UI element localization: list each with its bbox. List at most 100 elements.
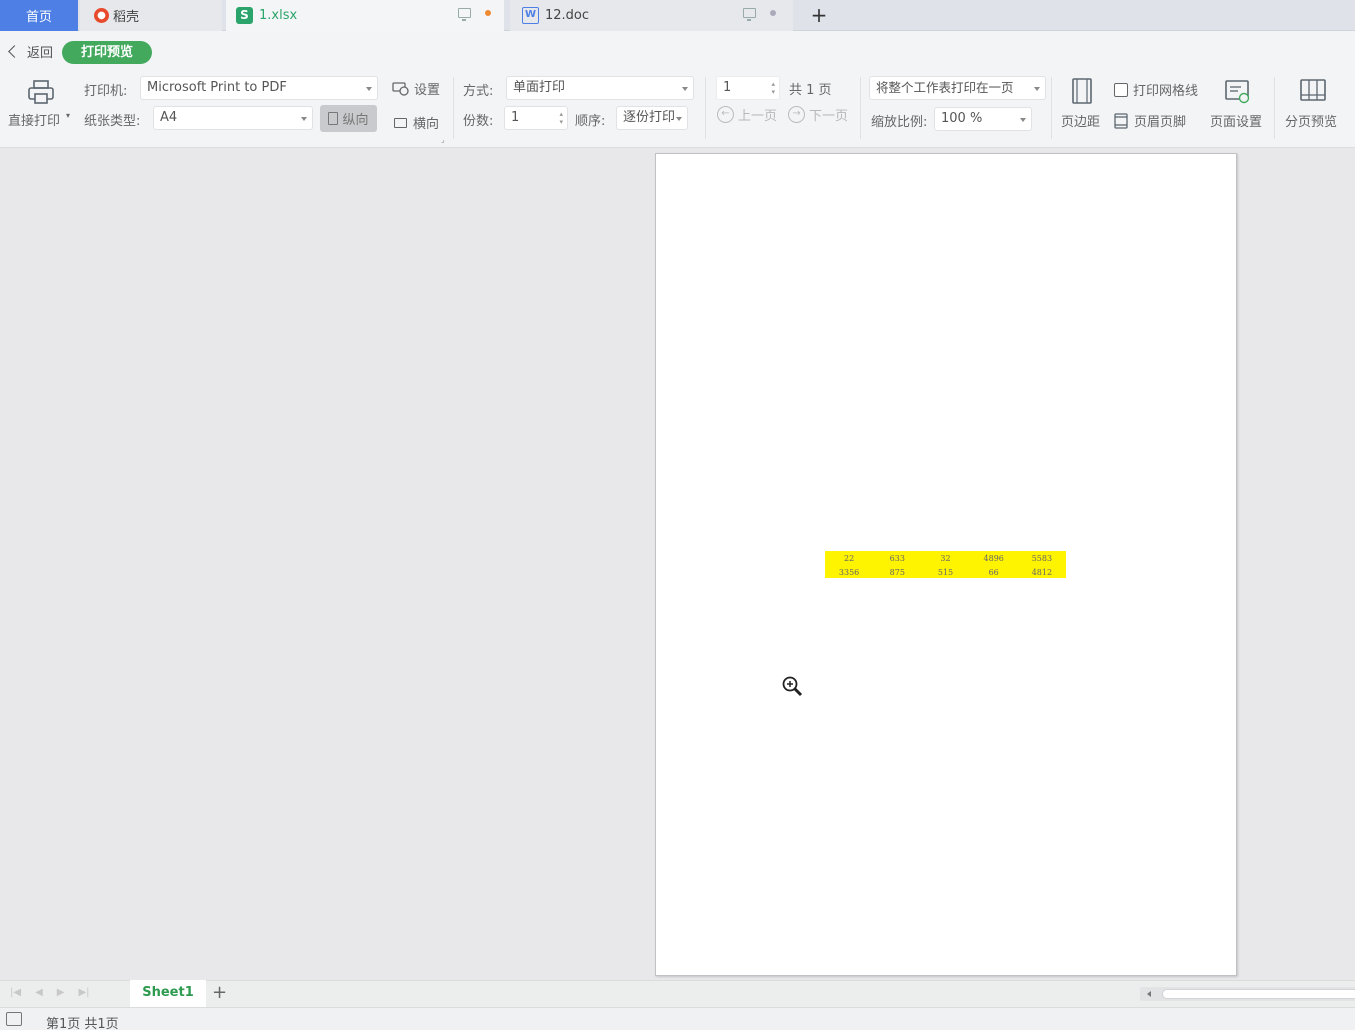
landscape-label: 横向 xyxy=(413,117,440,132)
expand-corner-icon[interactable]: ⌟ xyxy=(441,135,445,144)
scale-value: 100 % xyxy=(941,111,983,126)
printer-select[interactable]: Microsoft Print to PDF xyxy=(140,76,378,100)
page-setup-label: 页面设置 xyxy=(1210,115,1263,130)
dropdown-arrow-icon xyxy=(1020,118,1026,122)
dropdown-arrow-icon xyxy=(366,87,372,91)
printer-settings-button[interactable]: 设置 xyxy=(392,79,440,98)
paper-select[interactable]: A4 xyxy=(153,106,313,130)
scale-select[interactable]: 100 % xyxy=(934,107,1032,131)
sheet-tab-sheet1[interactable]: Sheet1 xyxy=(130,980,206,1007)
scroll-thumb[interactable] xyxy=(1162,989,1355,999)
header-footer-label: 页眉页脚 xyxy=(1134,115,1187,130)
prev-page-label: 上一页 xyxy=(738,109,778,124)
print-method-select[interactable]: 单面打印 xyxy=(506,76,694,100)
tab-doc[interactable]: W 12.doc xyxy=(510,0,793,31)
next-page-button[interactable]: → 下一页 xyxy=(788,105,848,124)
next-page-label: 下一页 xyxy=(809,109,849,124)
tab-xlsx-label: 1.xlsx xyxy=(259,8,298,23)
last-sheet-icon[interactable]: ▶| xyxy=(78,987,89,998)
print-toolbar: 直接打印 ▾ 打印机: Microsoft Print to PDF 纸张类型:… xyxy=(0,71,1355,148)
preview-data-table: 22 633 32 4896 5583 3356 875 515 66 4812 xyxy=(825,551,1066,578)
order-select[interactable]: 逐份打印 xyxy=(616,106,688,130)
daoke-logo-icon: ● xyxy=(94,8,109,23)
status-bar: 第1页 共1页 xyxy=(0,1007,1355,1030)
divider xyxy=(705,77,706,139)
table-cell: 4896 xyxy=(983,554,1004,563)
prev-page-button[interactable]: ← 上一页 xyxy=(717,105,777,124)
preview-header: 返回 打印预览 xyxy=(0,31,1355,71)
printer-icon xyxy=(28,80,54,104)
divider xyxy=(860,77,861,139)
divider xyxy=(1274,77,1275,139)
scale-label: 缩放比例: xyxy=(871,115,928,130)
next-sheet-icon[interactable]: ▶ xyxy=(57,987,65,998)
dropdown-arrow-icon xyxy=(676,117,682,121)
tab-daoke-label: 稻壳 xyxy=(113,10,140,25)
fit-to-page-select[interactable]: 将整个工作表打印在一页 xyxy=(869,76,1046,100)
monitor-icon[interactable] xyxy=(743,8,756,21)
horizontal-scrollbar[interactable] xyxy=(1140,987,1355,1001)
tab-xlsx-controls xyxy=(458,8,491,21)
settings-label: 设置 xyxy=(414,83,441,98)
back-button[interactable]: 返回 xyxy=(8,42,54,61)
header-footer-icon xyxy=(1114,112,1128,129)
printer-value: Microsoft Print to PDF xyxy=(147,80,287,95)
divider xyxy=(1051,77,1052,139)
printer-label: 打印机: xyxy=(84,84,128,99)
table-cell: 3356 xyxy=(838,568,860,577)
margins-icon xyxy=(1072,78,1092,104)
monitor-icon[interactable] xyxy=(458,8,471,21)
page-break-icon xyxy=(1300,79,1326,101)
landscape-button[interactable]: 横向 xyxy=(394,113,439,132)
new-tab-button[interactable]: + xyxy=(808,3,830,27)
prev-sheet-icon[interactable]: ◀ xyxy=(35,987,43,998)
page-number-input[interactable]: 1 ▴ ▾ xyxy=(716,76,780,100)
page-input-value: 1 xyxy=(723,80,732,95)
table-cell: 633 xyxy=(889,554,905,563)
gridlines-checkbox[interactable]: 打印网格线 xyxy=(1114,80,1198,99)
header-footer-button[interactable]: 页眉页脚 xyxy=(1114,111,1186,130)
dropdown-arrow-icon[interactable]: ▾ xyxy=(66,111,70,120)
settings-gear-icon xyxy=(392,81,409,96)
zoom-in-cursor-icon xyxy=(782,676,803,697)
tab-bar: 首页 ● 稻壳 S 1.xlsx W 12.doc + xyxy=(0,0,1355,31)
unsaved-dot-icon[interactable] xyxy=(485,10,491,16)
order-value: 逐份打印 xyxy=(623,110,676,125)
tab-home[interactable]: 首页 xyxy=(0,0,78,31)
arrow-right-circle-icon: → xyxy=(788,106,805,123)
spinner-icon[interactable]: ▴ ▾ xyxy=(559,110,563,126)
spreadsheet-icon: S xyxy=(236,7,253,24)
portrait-button[interactable]: 纵向 xyxy=(320,105,377,132)
portrait-label: 纵向 xyxy=(342,113,369,128)
copies-label: 份数: xyxy=(463,114,494,129)
table-cell: 875 xyxy=(889,568,905,577)
writer-icon: W xyxy=(522,7,539,24)
back-label: 返回 xyxy=(27,46,54,61)
tab-xlsx[interactable]: S 1.xlsx xyxy=(226,0,504,31)
divider xyxy=(453,77,454,139)
margins-label: 页边距 xyxy=(1061,115,1101,130)
paper-value: A4 xyxy=(160,110,178,125)
dropdown-arrow-icon xyxy=(1034,87,1040,91)
direct-print-label: 直接打印 xyxy=(8,114,61,129)
table-cell: 66 xyxy=(988,568,999,577)
checkbox-icon xyxy=(1114,82,1128,97)
tab-daoke[interactable]: ● 稻壳 xyxy=(80,0,222,31)
method-label: 方式: xyxy=(463,84,494,99)
portrait-page-icon xyxy=(328,112,339,125)
landscape-page-icon xyxy=(394,117,407,128)
sheet-nav-arrows[interactable]: |◀ ◀ ▶ ▶| xyxy=(10,987,90,998)
copies-input[interactable]: 1 ▴ ▾ xyxy=(504,106,568,130)
page-break-preview-label: 分页预览 xyxy=(1285,115,1338,130)
spinner-icon[interactable]: ▴ ▾ xyxy=(771,80,775,96)
scroll-left-icon[interactable] xyxy=(1147,991,1151,997)
close-dot-icon[interactable] xyxy=(770,10,776,16)
method-value: 单面打印 xyxy=(513,80,566,95)
add-sheet-button[interactable]: + xyxy=(212,982,227,1003)
table-cell: 22 xyxy=(844,554,855,563)
document-status-icon[interactable] xyxy=(6,1012,22,1026)
table-cell: 5583 xyxy=(1031,554,1053,563)
page-setup-icon xyxy=(1225,80,1250,104)
first-sheet-icon[interactable]: |◀ xyxy=(10,987,21,998)
dropdown-arrow-icon xyxy=(301,117,307,121)
